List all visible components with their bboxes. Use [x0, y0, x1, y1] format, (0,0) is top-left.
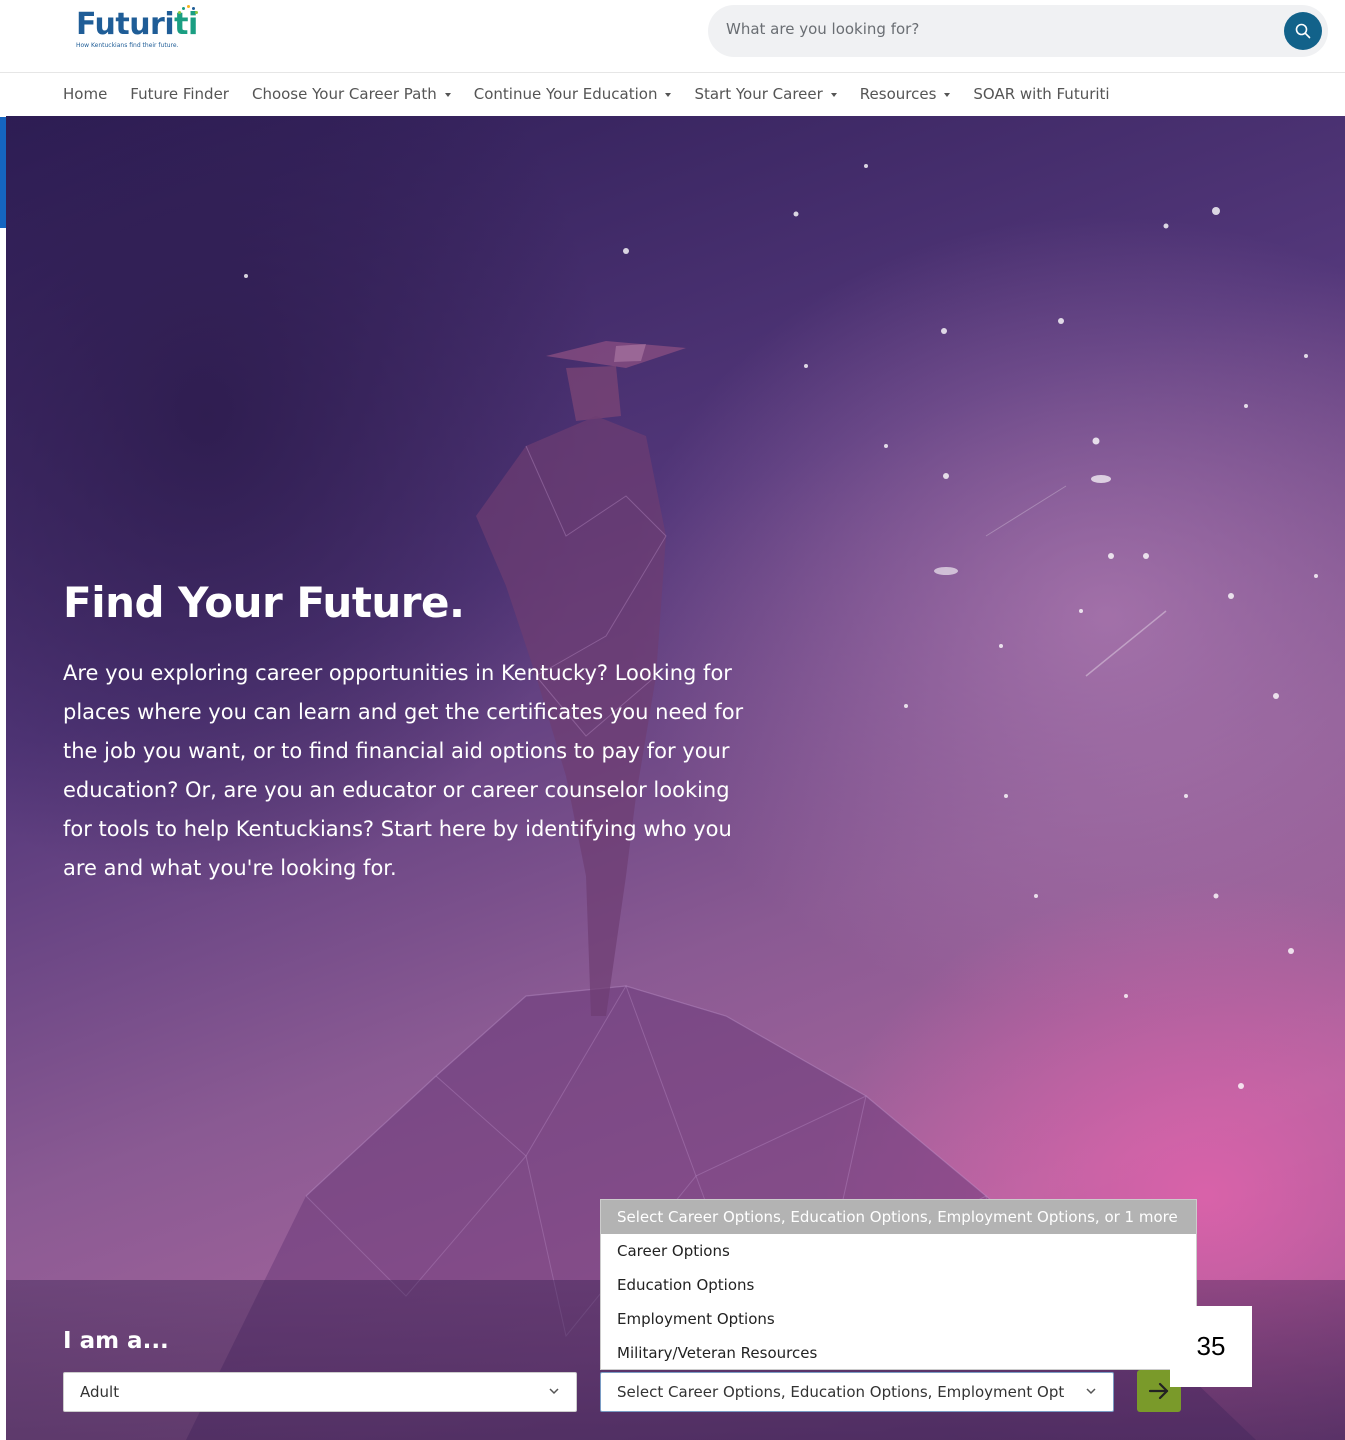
search-input[interactable]	[724, 19, 1268, 39]
hero-title: Find Your Future.	[63, 578, 465, 627]
search-icon	[1295, 23, 1311, 39]
iam-label: I am a...	[63, 1328, 169, 1354]
dropdown-option-education[interactable]: Education Options	[601, 1268, 1196, 1302]
role-select[interactable]: Adult	[63, 1372, 577, 1412]
logo-dots-icon	[176, 4, 198, 16]
caret-down-icon	[665, 93, 672, 97]
nav-item-home[interactable]: Home	[63, 85, 107, 103]
page-number: 35	[1170, 1306, 1252, 1387]
nav-item-choose-career-path[interactable]: Choose Your Career Path	[252, 85, 451, 103]
dropdown-option-employment[interactable]: Employment Options	[601, 1302, 1196, 1336]
chevron-down-icon	[549, 1388, 559, 1395]
dropdown-option-career[interactable]: Career Options	[601, 1234, 1196, 1268]
options-multiselect-value: Select Career Options, Education Options…	[617, 1383, 1065, 1401]
caret-down-icon	[444, 93, 451, 97]
hero-description: Are you exploring career opportunities i…	[63, 661, 744, 880]
search-button[interactable]	[1284, 12, 1322, 50]
caret-down-icon	[830, 93, 837, 97]
nav-item-continue-education[interactable]: Continue Your Education	[474, 85, 672, 103]
main-nav: Home Future Finder Choose Your Career Pa…	[0, 72, 1345, 117]
dropdown-option-military-veteran[interactable]: Military/Veteran Resources	[601, 1336, 1196, 1370]
search-bar	[708, 5, 1328, 57]
nav-item-future-finder[interactable]: Future Finder	[130, 85, 229, 103]
nav-item-resources[interactable]: Resources	[860, 85, 951, 103]
site-header: Futuriti How Kentuckians find their futu…	[0, 0, 1345, 72]
options-dropdown-list: Select Career Options, Education Options…	[600, 1199, 1197, 1370]
caret-down-icon	[944, 93, 951, 97]
nav-item-soar[interactable]: SOAR with Futuriti	[973, 85, 1109, 103]
options-multiselect[interactable]: Select Career Options, Education Options…	[600, 1372, 1114, 1412]
dropdown-header: Select Career Options, Education Options…	[601, 1200, 1196, 1234]
role-select-value: Adult	[80, 1383, 120, 1401]
futuriti-logo[interactable]: Futuriti How Kentuckians find their futu…	[76, 4, 198, 49]
nav-item-start-career[interactable]: Start Your Career	[694, 85, 837, 103]
arrow-right-icon	[1148, 1382, 1169, 1400]
chevron-down-icon	[1086, 1388, 1096, 1395]
